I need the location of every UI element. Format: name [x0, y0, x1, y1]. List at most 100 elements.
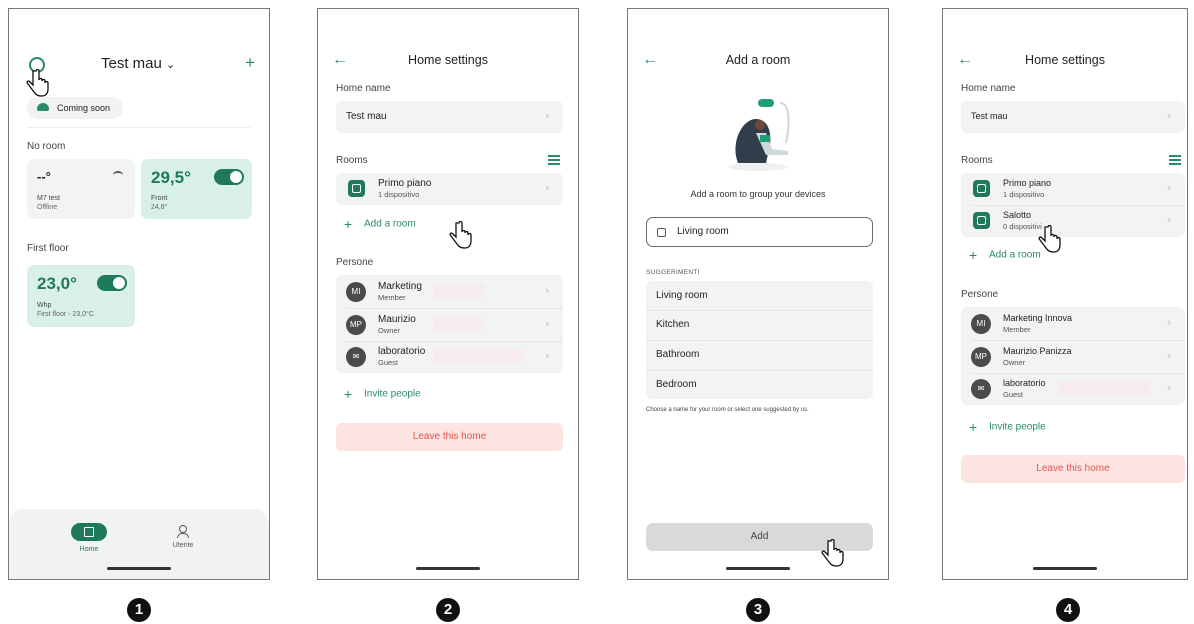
people-list: MI Marketing Member › MP Maurizio Owner … [336, 275, 563, 373]
chevron-right-icon: › [545, 182, 549, 194]
chevron-right-icon: › [1167, 110, 1171, 122]
room-illustration [728, 99, 790, 171]
avatar: MP [346, 315, 366, 335]
device-value: --° [37, 169, 51, 184]
header: ← Home settings [943, 49, 1187, 73]
device-toggle[interactable] [97, 275, 127, 291]
list-item[interactable]: Salotto 0 dispositivi › [961, 205, 1185, 237]
home-name-field[interactable]: Test mau › [336, 101, 563, 133]
nav-home[interactable]: Home [69, 523, 109, 553]
plus-icon: + [969, 419, 978, 435]
avatar: MI [971, 314, 991, 334]
phone-screen-2: ← Home settings Home name Test mau › Roo… [317, 8, 579, 580]
suggestion-item[interactable]: Kitchen [646, 311, 873, 340]
people-list: MI Marketing Innova Member › MP Maurizio… [961, 307, 1185, 405]
chevron-right-icon: › [545, 350, 549, 362]
rooms-label: Rooms [961, 155, 993, 166]
toggle-knob [230, 171, 242, 183]
home-indicator [726, 567, 790, 570]
hand-cursor-icon [449, 221, 472, 249]
suggestion-item[interactable]: Living room [646, 281, 873, 310]
filter-icon[interactable] [1169, 155, 1181, 165]
chevron-right-icon: › [1167, 214, 1171, 226]
list-item[interactable]: MI Marketing Member › [336, 276, 563, 308]
list-item[interactable]: Primo piano 1 dispositivo › [336, 173, 563, 205]
plus-icon: + [344, 216, 353, 232]
leave-home-button[interactable]: Leave this home [961, 455, 1185, 483]
people-label: Persone [336, 257, 374, 268]
room-icon [657, 228, 666, 237]
list-item[interactable]: ✉ laboratorio Guest › [961, 373, 1185, 405]
list-item[interactable]: Primo piano 1 dispositivo › [961, 173, 1185, 205]
chevron-right-icon: › [1167, 350, 1171, 362]
list-item[interactable]: MI Marketing Innova Member › [961, 308, 1185, 340]
chevron-right-icon: › [545, 110, 549, 122]
subtitle: Add a room to group your devices [690, 189, 826, 199]
suggestions-label: SUGGERIMENTI [646, 269, 700, 276]
chevron-right-icon: › [1167, 182, 1171, 194]
home-name-field[interactable]: Test mau › [961, 101, 1185, 133]
home-indicator [416, 567, 480, 570]
header: ← Add a room [628, 49, 888, 73]
step-badge-4: 4 [1056, 598, 1080, 622]
home-indicator [107, 567, 171, 570]
header: ← Home settings [318, 49, 578, 73]
suggestion-item[interactable]: Bathroom [646, 341, 873, 370]
chevron-down-icon: ⌄ [166, 59, 176, 71]
home-indicator [1033, 567, 1097, 570]
device-toggle[interactable] [214, 169, 244, 185]
filter-icon[interactable] [548, 155, 560, 165]
hand-cursor-icon [1038, 225, 1061, 253]
no-room-label: No room [27, 141, 66, 152]
home-name-label: Home name [336, 83, 391, 94]
phone-screen-4: ← Home settings Home name Test mau › Roo… [942, 8, 1188, 580]
suggestions-list: Living room Kitchen Bathroom Bedroom [646, 281, 873, 399]
rooms-label: Rooms [336, 155, 368, 166]
page-title: Home settings [408, 53, 488, 67]
room-icon [348, 180, 365, 197]
avatar: MI [346, 282, 366, 302]
rooms-list: Primo piano 1 dispositivo › Salotto 0 di… [961, 173, 1185, 237]
device-tile-whp[interactable]: 23,0° Whp First floor - 23,0°C [27, 265, 135, 327]
toggle-knob [113, 277, 125, 289]
device-tile-m7[interactable]: --° M7 test Offline [27, 159, 135, 219]
device-value: 23,0° [37, 274, 77, 293]
chevron-right-icon: › [1167, 382, 1171, 394]
hint-text: Choose a name for your room or select on… [646, 407, 809, 413]
add-room-button[interactable]: + Add a room [344, 216, 416, 232]
list-item[interactable]: MP Maurizio Owner › [336, 309, 563, 341]
add-button[interactable]: + [245, 53, 255, 73]
leave-home-button[interactable]: Leave this home [336, 423, 563, 451]
phone-screen-3: ← Add a room Add a room to group your de… [627, 8, 889, 580]
device-value: 29,5° [151, 168, 191, 187]
avatar: MP [971, 347, 991, 367]
people-label: Persone [961, 289, 999, 300]
chevron-right-icon: › [1167, 317, 1171, 329]
hand-cursor-icon [821, 539, 844, 567]
mail-avatar-icon: ✉ [346, 347, 366, 367]
home-name-label: Home name [961, 83, 1016, 94]
room-name-input[interactable]: Living room [646, 217, 873, 247]
invite-people-button[interactable]: + Invite people [969, 419, 1046, 435]
home-icon [71, 523, 107, 541]
home-title[interactable]: Test mau ⌄ [101, 55, 175, 72]
invite-people-button[interactable]: + Invite people [344, 386, 421, 402]
page-title: Add a room [725, 53, 791, 67]
list-item[interactable]: ✉ laboratorio Guest › [336, 341, 563, 373]
coming-soon-chip: Coming soon [27, 97, 123, 119]
device-tile-front[interactable]: 29,5° Front 24,8° [141, 159, 252, 219]
list-item[interactable]: MP Maurizio Panizza Owner › [961, 341, 1185, 373]
hand-cursor-icon [26, 69, 49, 97]
chevron-right-icon: › [545, 285, 549, 297]
user-icon [179, 525, 187, 533]
phone-screen-1: Test mau ⌄ + Coming soon No room --° M7 … [8, 8, 270, 580]
add-room-button[interactable]: + Add a room [969, 247, 1041, 263]
weather-icon [37, 103, 49, 111]
step-badge-3: 3 [746, 598, 770, 622]
mail-avatar-icon: ✉ [971, 379, 991, 399]
room-icon [973, 212, 990, 229]
step-badge-2: 2 [436, 598, 460, 622]
first-floor-label: First floor [27, 243, 69, 254]
nav-user[interactable]: Utente [163, 523, 203, 549]
suggestion-item[interactable]: Bedroom [646, 371, 873, 399]
